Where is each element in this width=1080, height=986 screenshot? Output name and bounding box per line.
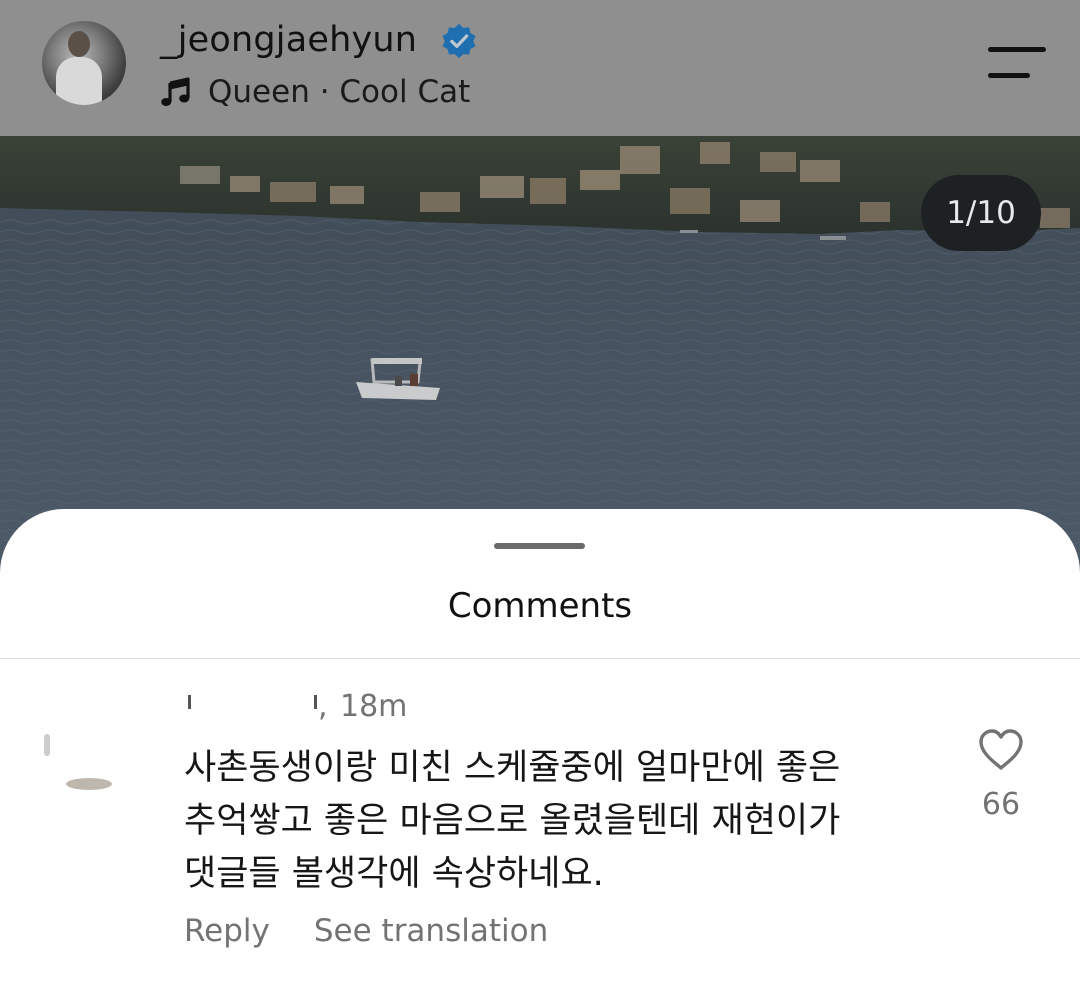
comment-timestamp: 18m xyxy=(340,689,408,724)
avatar-blur-mark xyxy=(66,778,112,790)
commenter-avatar[interactable] xyxy=(38,694,150,806)
comment-text-line: 댓글들 볼생각에 속상하네요. xyxy=(184,854,604,894)
see-translation-button[interactable]: See translation xyxy=(314,913,548,949)
sheet-divider xyxy=(0,658,1080,659)
commenter-username-redacted[interactable] xyxy=(184,689,334,729)
sheet-drag-handle[interactable] xyxy=(494,543,585,549)
heart-outline-icon[interactable] xyxy=(977,728,1025,772)
like-count: 66 xyxy=(981,787,1021,822)
comments-title: Comments xyxy=(447,586,633,626)
username-label[interactable]: _jeongjaehyun xyxy=(160,18,417,62)
hamburger-menu-icon[interactable] xyxy=(988,44,1046,84)
comment-text-line: 추억쌓고 좋은 마음으로 올렸을텐데 재현이가 xyxy=(184,801,841,841)
page-indicator: 1/10 xyxy=(921,175,1041,251)
profile-avatar[interactable] xyxy=(42,21,126,105)
avatar-blur-mark xyxy=(44,734,50,756)
comment-text-line: 사촌동생이랑 미친 스케쥴중에 얼마만에 좋은 xyxy=(184,748,841,788)
comment-text: 사촌동생이랑 미친 스케쥴중에 얼마만에 좋은 추억쌓고 좋은 마음으로 올렸을… xyxy=(184,742,944,901)
comments-sheet: Comments , 18m 사촌동생이랑 미친 스케쥴중에 얼마만에 좋은 추… xyxy=(0,509,1080,986)
music-note-icon xyxy=(161,77,190,106)
avatar-figure-body xyxy=(56,57,102,105)
avatar-figure-head xyxy=(68,31,90,57)
redaction-mark xyxy=(314,695,317,709)
post-header: _jeongjaehyun Queen · Cool Cat xyxy=(0,0,1080,136)
music-track-label[interactable]: Queen · Cool Cat xyxy=(208,72,470,112)
redaction-mark xyxy=(188,695,191,709)
comment-separator: , xyxy=(318,689,328,724)
comment-actions: Reply See translation xyxy=(184,909,548,953)
reply-button[interactable]: Reply xyxy=(184,913,270,949)
verified-badge-icon xyxy=(442,23,476,59)
